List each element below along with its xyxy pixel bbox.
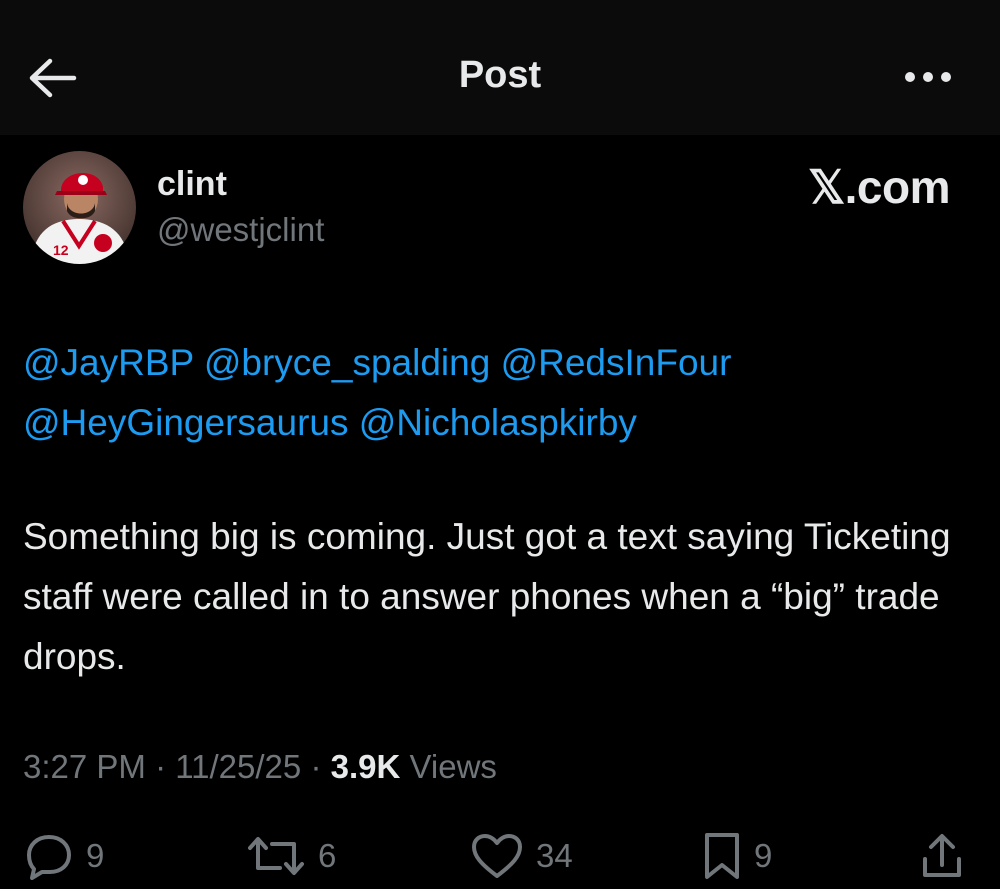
post-text: Something big is coming. Just got a text… [23,516,951,677]
mention-link[interactable]: @Nicholaspkirby [359,402,637,443]
post-meta: 3:27 PM · 11/25/25 · 3.9K Views [23,748,497,786]
bookmark-count: 9 [754,837,773,874]
views-count: 3.9K [330,748,401,785]
share-icon [923,834,961,877]
mention-link[interactable]: @HeyGingersaurus [23,402,348,443]
views-label: Views [409,748,497,785]
reply-button[interactable]: 9 [24,826,104,886]
x-logo-watermark: 𝕏.com [808,161,950,213]
more-options-button[interactable] [900,62,956,92]
like-button[interactable]: 34 [470,826,573,886]
author-display-name[interactable]: clint [157,165,227,204]
mention-link[interactable]: @bryce_spalding [204,342,490,383]
mention-link[interactable]: @RedsInFour [501,342,732,383]
mention-link[interactable]: @JayRBP [23,342,194,383]
bookmark-icon [705,833,739,879]
post-mentions: @JayRBP @bryce_spalding @RedsInFour @Hey… [23,333,963,453]
svg-text:12: 12 [53,242,69,258]
post-time[interactable]: 3:27 PM [23,748,146,785]
repost-button[interactable]: 6 [246,826,336,886]
repost-icon [248,837,304,875]
reply-count: 9 [86,837,105,874]
avatar-image: 12 [23,151,136,264]
more-horizontal-icon [905,72,951,82]
like-count: 34 [536,837,573,874]
share-button[interactable] [920,826,964,886]
heart-icon [472,834,522,878]
page-title: Post [458,54,542,96]
action-bar: 9 6 34 9 [0,826,1000,886]
author-handle[interactable]: @westjclint [157,211,324,249]
separator: · [310,748,322,785]
avatar[interactable]: 12 [23,151,136,264]
top-bar: Post [0,0,1000,135]
repost-count: 6 [318,837,337,874]
post-date[interactable]: 11/25/25 [175,748,301,785]
reply-icon [27,835,71,880]
separator: · [155,748,167,785]
bookmark-button[interactable]: 9 [702,826,772,886]
